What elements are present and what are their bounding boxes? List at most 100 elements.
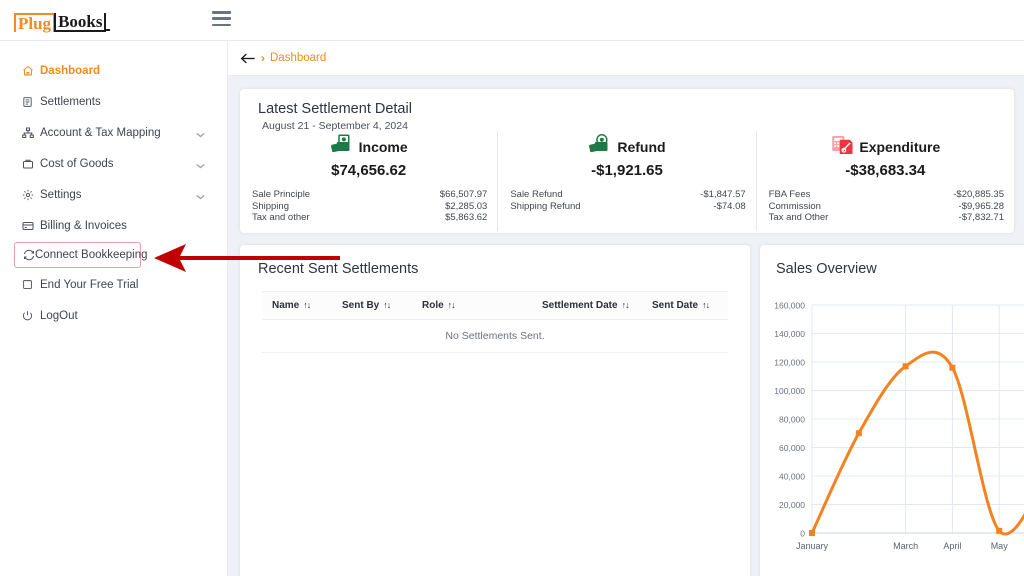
logo-text-books: Books <box>54 13 107 32</box>
kpi-breakdown-labels: FBA Fees Commission Tax and Other <box>769 189 829 224</box>
top-bar: Plug Books <box>0 0 1024 41</box>
chart-data-point <box>996 527 1003 534</box>
sidebar-item-settlements[interactable]: Settlements <box>0 86 227 117</box>
chart-data-point <box>949 364 956 371</box>
kpi-row-label: Shipping Refund <box>510 200 581 212</box>
sort-icon[interactable]: ↑↓ <box>448 300 456 310</box>
x-axis-tick-label: March <box>893 541 918 551</box>
arrow-left-icon[interactable] <box>240 52 256 65</box>
kpi-row-value: -$9,965.28 <box>958 200 1004 212</box>
sidebar-item-label: Settlements <box>40 95 101 108</box>
sync-icon <box>23 249 35 261</box>
kpi-row-label: Commission <box>768 200 821 212</box>
column-header-settlement-date[interactable]: Settlement Date ↑↓ <box>542 291 652 320</box>
chart-svg: 0 20,000 40,000 60,000 80,000 100,000 120,000 1… <box>774 301 1024 551</box>
kpi-amount: -$38,683.34 <box>845 162 926 179</box>
sidebar-item-label: Cost of Goods <box>40 157 114 170</box>
y-axis-tick-label: 100,000 <box>774 386 805 396</box>
sidebar: Dashboard Settlements Account & Tax Mapp… <box>0 41 228 576</box>
document-icon <box>22 96 40 108</box>
chevron-down-icon[interactable] <box>196 191 205 203</box>
table-row: No Settlements Sent. <box>262 319 728 353</box>
chart-line-series <box>810 350 1024 536</box>
sidebar-item-label: Account & Tax Mapping <box>40 126 161 139</box>
sort-icon[interactable]: ↑↓ <box>303 300 311 310</box>
kpi-title: Expenditure <box>859 139 941 155</box>
y-axis-tick-label: 80,000 <box>779 415 805 425</box>
sort-icon[interactable]: ↑↓ <box>622 300 630 310</box>
sidebar-item-settings[interactable]: Settings <box>0 179 227 210</box>
x-axis-tick-label: May <box>991 541 1009 551</box>
sidebar-item-cost-of-goods[interactable]: Cost of Goods <box>0 148 227 179</box>
kpi-row: Income $74,656.62 Sale Principle Shippin… <box>240 131 1014 231</box>
power-icon <box>22 310 40 321</box>
y-axis-tick-label: 20,000 <box>779 500 805 510</box>
breadcrumb-separator: › <box>261 51 265 65</box>
sidebar-item-label: Dashboard <box>40 64 101 77</box>
hamburger-bar <box>212 23 231 26</box>
sidebar-item-dashboard[interactable]: Dashboard <box>0 55 227 86</box>
kpi-row-label: Tax and Other <box>768 212 829 223</box>
chart-data-point <box>855 430 862 437</box>
kpi-row-value: $66,507.97 <box>439 189 488 200</box>
sidebar-item-logout[interactable]: LogOut <box>0 300 227 331</box>
column-header-name[interactable]: Name ↑↓ <box>262 291 342 320</box>
table-header-row: Name ↑↓ Sent By ↑↓ Role ↑↓ Settlement Date ↑… <box>262 291 728 320</box>
y-axis-tick-label: 60,000 <box>779 443 805 453</box>
kpi-row-label: Shipping <box>252 200 289 212</box>
money-refund-icon <box>588 133 612 161</box>
x-axis-tick-label: April <box>943 541 961 551</box>
kpi-row-value: -$1,847.57 <box>700 189 746 200</box>
hamburger-bar <box>212 17 231 20</box>
hamburger-bar <box>212 11 231 14</box>
column-header-sent-date[interactable]: Sent Date ↑↓ <box>652 291 728 320</box>
kpi-row-label: Tax and other <box>252 212 310 223</box>
chevron-down-icon[interactable] <box>196 129 205 141</box>
logo-text-plug: Plug <box>14 13 56 32</box>
recent-settlements-table: Name ↑↓ Sent By ↑↓ Role ↑↓ Settlement Date ↑… <box>262 291 728 353</box>
hamburger-icon[interactable] <box>212 11 231 26</box>
kpi-expenditure: Expenditure -$38,683.34 FBA Fees Commiss… <box>755 131 1014 231</box>
sort-icon[interactable]: ↑↓ <box>383 300 391 310</box>
latest-settlement-card: Latest Settlement Detail August 21 - Sep… <box>240 89 1014 233</box>
calculator-receipt-icon <box>830 134 854 161</box>
kpi-amount: $74,656.62 <box>331 162 407 179</box>
sidebar-item-account-tax-mapping[interactable]: Account & Tax Mapping <box>0 117 227 148</box>
breadcrumb-current[interactable]: Dashboard <box>270 52 326 64</box>
app-logo[interactable]: Plug Books <box>14 8 111 32</box>
sidebar-item-label: End Your Free Trial <box>40 278 139 291</box>
gear-icon <box>22 189 40 201</box>
chart-data-point <box>902 363 909 370</box>
sales-overview-card: Sales Overview 0 20,000 40,000 60,000 80,000… <box>760 245 1024 576</box>
settlement-card-title: Latest Settlement Detail <box>258 101 412 117</box>
app-root: Plug Books Dashboard Settlements Account… <box>0 0 1024 576</box>
y-axis-tick-label: 40,000 <box>779 472 805 482</box>
kpi-breakdown-values: -$20,885.35 -$9,965.28 -$7,832.71 <box>953 189 1004 224</box>
recent-settlements-card: Recent Sent Settlements Name ↑↓ Sent By ↑↓… <box>240 245 750 576</box>
kpi-breakdown-values: -$1,847.57 -$74.08 <box>700 189 745 212</box>
column-header-sent-by[interactable]: Sent By ↑↓ <box>342 291 422 320</box>
sidebar-item-label: Settings <box>40 188 82 201</box>
chevron-down-icon[interactable] <box>196 160 205 172</box>
kpi-row-label: Sale Refund <box>510 189 563 200</box>
y-axis-tick-label: 140,000 <box>774 329 805 339</box>
sidebar-item-end-your-free-trial[interactable]: End Your Free Trial <box>0 269 227 300</box>
logo-underline <box>104 29 111 31</box>
sidebar-item-label: Billing & Invoices <box>40 219 127 232</box>
chart-data-point <box>809 530 815 536</box>
briefcase-icon <box>22 158 40 170</box>
main-content: › Dashboard Latest Settlement Detail Aug… <box>228 41 1024 576</box>
kpi-breakdown-labels: Sale Principle Shipping Tax and other <box>252 189 310 224</box>
sidebar-item-billing-invoices[interactable]: Billing & Invoices <box>0 210 227 241</box>
kpi-row-label: Sale Principle <box>252 189 311 200</box>
kpi-refund: Refund -$1,921.65 Sale Refund Shipping R… <box>497 131 755 231</box>
sort-icon[interactable]: ↑↓ <box>702 300 710 310</box>
column-header-role[interactable]: Role ↑↓ <box>422 291 542 320</box>
kpi-title: Income <box>358 139 408 155</box>
sidebar-item-connect-bookkeeping[interactable]: Connect Bookkeeping <box>14 242 148 268</box>
money-cash-icon <box>330 134 354 161</box>
breadcrumb: › Dashboard <box>228 41 1024 76</box>
credit-card-icon <box>22 220 40 232</box>
kpi-row-value: -$20,885.35 <box>953 189 1004 200</box>
kpi-row-value: -$74.08 <box>713 200 746 212</box>
